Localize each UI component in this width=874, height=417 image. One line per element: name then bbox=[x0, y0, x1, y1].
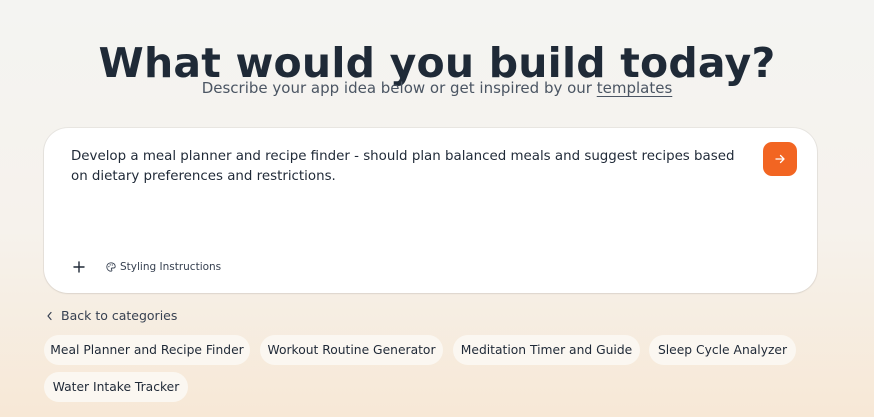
plus-icon bbox=[73, 261, 85, 273]
chevron-left-icon bbox=[47, 311, 52, 320]
suggestion-chip-meditation-timer[interactable]: Meditation Timer and Guide bbox=[453, 335, 640, 365]
styling-instructions-button[interactable]: Styling Instructions bbox=[106, 261, 221, 273]
prompt-card: Develop a meal planner and recipe finder… bbox=[44, 128, 817, 293]
prompt-input[interactable]: Develop a meal planner and recipe finder… bbox=[71, 147, 751, 187]
page-subtitle: Describe your app idea below or get insp… bbox=[0, 79, 874, 97]
templates-link[interactable]: templates bbox=[597, 79, 673, 97]
back-to-categories-label: Back to categories bbox=[61, 308, 178, 323]
back-to-categories-link[interactable]: Back to categories bbox=[46, 308, 177, 323]
suggestion-chip-sleep-cycle[interactable]: Sleep Cycle Analyzer bbox=[649, 335, 796, 365]
send-button[interactable] bbox=[763, 142, 797, 176]
suggestion-chip-meal-planner[interactable]: Meal Planner and Recipe Finder bbox=[44, 335, 250, 365]
styling-instructions-label: Styling Instructions bbox=[120, 261, 222, 273]
subtitle-text: Describe your app idea below or get insp… bbox=[201, 79, 592, 97]
suggestion-chip-water-intake[interactable]: Water Intake Tracker bbox=[44, 372, 188, 402]
add-attachment-button[interactable] bbox=[71, 259, 87, 275]
arrow-right-icon bbox=[775, 154, 785, 164]
suggestion-chip-workout-routine[interactable]: Workout Routine Generator bbox=[260, 335, 443, 365]
palette-icon bbox=[106, 262, 116, 272]
